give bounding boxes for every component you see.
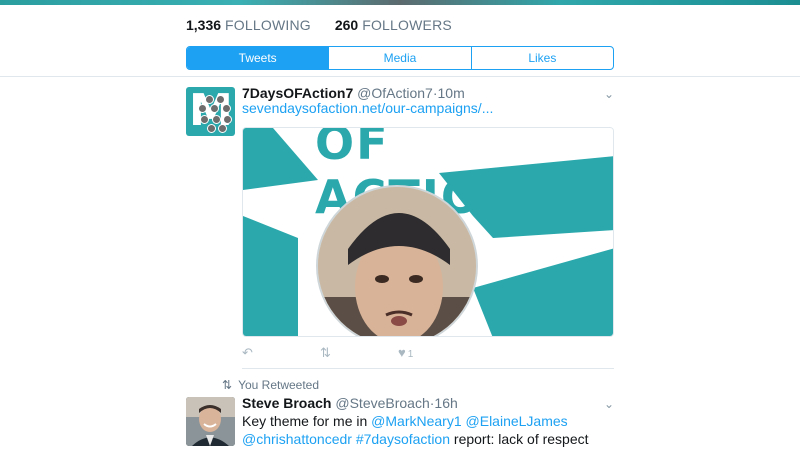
tweet-link[interactable]: sevendaysofaction.net/our-campaigns/... [242,100,493,116]
followers-stat[interactable]: 260 FOLLOWERS [335,17,452,33]
tab-likes[interactable]: Likes [472,47,613,69]
tab-media[interactable]: Media [329,47,472,69]
reply-icon[interactable]: ↶ [242,345,253,361]
tweet-text: Key theme for me in @MarkNeary1 @ElaineL… [242,412,622,448]
following-stat[interactable]: 1,336 FOLLOWING [186,17,311,33]
profile-tabs: Tweets Media Likes [186,46,614,70]
following-label: FOLLOWING [225,17,311,33]
retweet-note-text: You Retweeted [238,378,320,392]
mention-link[interactable]: @ElaineLJames [466,413,568,429]
retweet-icon: ⇅ [222,378,233,392]
mention-link[interactable]: @MarkNeary1 [371,413,461,429]
followers-label: FOLLOWERS [362,17,452,33]
avatar-7daysofaction[interactable]: M [186,87,235,136]
tweet-text-part: report: lack of respect [450,431,589,447]
profile-stats: 1,336 FOLLOWING 260 FOLLOWERS [186,17,452,33]
followers-count: 260 [334,17,359,33]
mention-link[interactable]: @chrishattoncedr [242,431,352,447]
tweet-divider [242,368,614,369]
tab-tweets[interactable]: Tweets [187,47,330,69]
tweet-time[interactable]: 10m [438,85,465,101]
tabs-divider [0,76,800,77]
like-count: 1 [407,349,414,360]
avatar-steve-broach[interactable] [186,397,235,446]
tweet-author-name[interactable]: 7DaysOFAction7 [242,85,353,101]
tweet-header: Steve Broach @SteveBroach·16h [242,395,458,411]
hashtag-link[interactable]: #7daysofaction [356,431,450,447]
tweet-media-card[interactable]: OF ACTION [242,127,614,337]
heart-icon: ♥ [398,345,406,360]
following-count: 1,336 [186,17,222,33]
chevron-down-icon[interactable]: ⌄ [604,87,614,101]
tweet-author-handle[interactable]: @SteveBroach [335,395,429,411]
tweet-time[interactable]: 16h [434,395,457,411]
retweet-context: ⇅ You Retweeted [222,378,319,392]
chevron-down-icon[interactable]: ⌄ [604,397,614,411]
like-button[interactable]: ♥ 1 [398,345,413,360]
top-banner-strip [0,0,800,5]
tweet-author-name[interactable]: Steve Broach [242,395,331,411]
retweet-icon[interactable]: ⇅ [320,345,331,361]
tweet-text-part: Key theme for me in [242,413,372,429]
tweet-author-handle[interactable]: @OfAction7 [357,85,433,101]
tweet-header: 7DaysOFAction7 @OfAction7·10m [242,85,465,101]
profile-photo [316,185,478,336]
